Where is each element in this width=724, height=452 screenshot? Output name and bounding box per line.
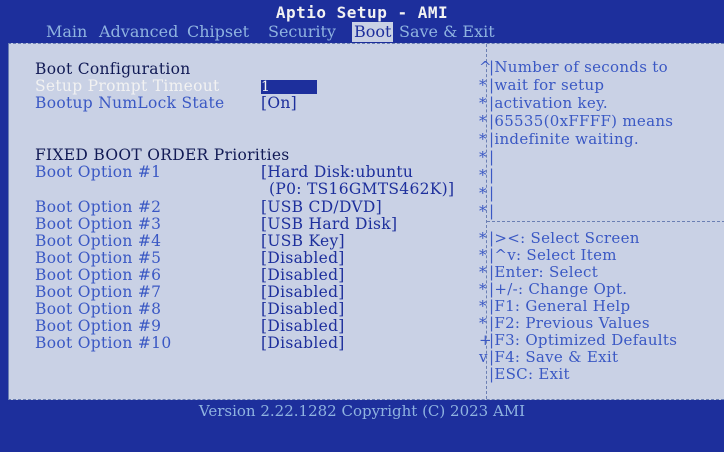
scroll-down-icon[interactable]: v [479,348,489,366]
tab-security[interactable]: Security [268,22,336,42]
boot-option-6-value[interactable]: [Disabled] [261,267,345,284]
scrollbar-track-icon: * [479,130,487,148]
help-line: ^|Number of seconds to [479,58,668,76]
scrollbar-track-icon: * [479,202,487,220]
scrollbar-track-icon: * [479,184,487,202]
boot-option-10-label[interactable]: Boot Option #10 [35,335,171,352]
boot-option-7-value[interactable]: [Disabled] [261,284,345,301]
tab-main[interactable]: Main [46,22,87,42]
main-panel: Boot Configuration Setup Prompt Timeout … [8,43,724,400]
key-hint: |ESC: Exit [489,365,570,383]
bootup-numlock-label[interactable]: Bootup NumLock State [35,95,224,112]
help-line: * | [479,148,495,166]
help-line: * | [479,166,495,184]
scrollbar-thumb-icon[interactable]: + [479,331,492,349]
boot-option-9-value[interactable]: [Disabled] [261,318,345,335]
boot-option-6-label[interactable]: Boot Option #6 [35,267,161,284]
key-hint: +|F3: Optimized Defaults [479,331,678,349]
help-line: * | [479,184,495,202]
help-line: * |indefinite waiting. [479,130,639,148]
help-line: * | [479,202,495,220]
boot-option-2-label[interactable]: Boot Option #2 [35,199,161,216]
boot-option-5-value[interactable]: [Disabled] [261,250,345,267]
setup-prompt-timeout-value[interactable]: 1 [261,78,317,95]
setup-prompt-timeout-field[interactable]: 1 [261,80,317,94]
boot-option-2-value[interactable]: [USB CD/DVD] [261,199,382,216]
footer-version: Version 2.22.1282 Copyright (C) 2023 AMI [198,402,526,420]
boot-option-1-label[interactable]: Boot Option #1 [35,164,161,181]
boot-option-8-label[interactable]: Boot Option #8 [35,301,161,318]
bios-screen: Aptio Setup - AMI Main Advanced Chipset … [0,0,724,452]
boot-option-8-value[interactable]: [Disabled] [261,301,345,318]
tab-boot[interactable]: Boot [352,22,394,42]
scrollbar-track-icon: * [479,280,487,298]
scrollbar-track-icon: * [479,166,487,184]
header-bar: Aptio Setup - AMI Main Advanced Chipset … [0,0,724,43]
bootup-numlock-value[interactable]: [On] [261,95,297,112]
help-separator [487,221,724,222]
key-hint: * |^v: Select Item [479,246,617,264]
scrollbar-track-icon: * [479,76,487,94]
scrollbar-track-icon: * [479,263,487,281]
boot-option-4-label[interactable]: Boot Option #4 [35,233,161,250]
help-line: * |activation key. [479,94,608,112]
boot-option-3-value[interactable]: [USB Hard Disk] [261,216,397,233]
boot-option-10-value[interactable]: [Disabled] [261,335,345,352]
boot-option-9-label[interactable]: Boot Option #9 [35,318,161,335]
scrollbar-track-icon: * [479,314,487,332]
boot-option-3-label[interactable]: Boot Option #3 [35,216,161,233]
key-hint: v|F4: Save & Exit [479,348,619,366]
section-title-boot-configuration: Boot Configuration [35,60,191,78]
help-line: * |wait for setup [479,76,605,94]
tab-chipset[interactable]: Chipset [187,22,249,42]
boot-option-4-value[interactable]: [USB Key] [261,233,345,250]
key-hint: * |><: Select Screen [479,229,640,247]
scrollbar-track-icon: * [479,297,487,315]
fixed-boot-order-title: FIXED BOOT ORDER Priorities [35,146,290,164]
boot-option-5-label[interactable]: Boot Option #5 [35,250,161,267]
tab-save-exit[interactable]: Save & Exit [399,22,495,42]
scrollbar-track-icon: * [479,94,487,112]
key-hint: * |+/-: Change Opt. [479,280,628,298]
tab-advanced[interactable]: Advanced [99,22,178,42]
scrollbar-track-icon: * [479,148,487,166]
help-line: * |65535(0xFFFF) means [479,112,674,130]
scrollbar-track-icon: * [479,112,487,130]
app-title: Aptio Setup - AMI [275,3,449,22]
key-hint: * |Enter: Select [479,263,599,281]
scrollbar-track-icon: * [479,246,487,264]
scroll-up-icon[interactable]: ^ [479,58,492,76]
key-hint: * |F2: Previous Values [479,314,650,332]
boot-option-1-value-line2: (P0: TS16GMTS462K)] [269,180,455,198]
setup-prompt-timeout-label[interactable]: Setup Prompt Timeout [35,78,220,95]
scrollbar-track-icon: * [479,229,487,247]
boot-option-7-label[interactable]: Boot Option #7 [35,284,161,301]
key-hint: * |F1: General Help [479,297,631,315]
boot-option-1-value[interactable]: [Hard Disk:ubuntu [261,164,413,181]
